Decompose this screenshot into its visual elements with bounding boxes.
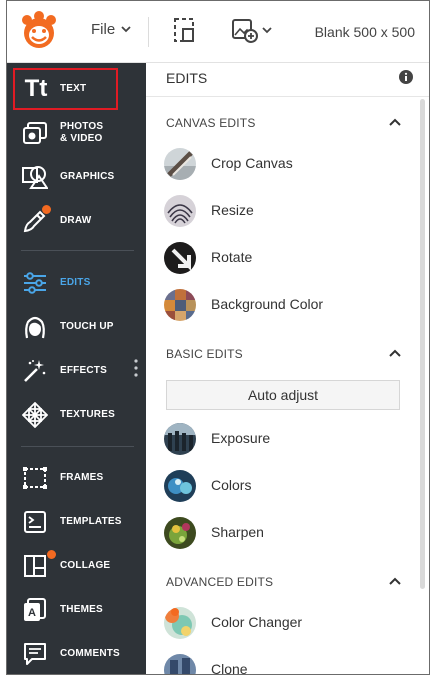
rotate-thumb-icon	[164, 242, 196, 274]
section-heading: BASIC EDITS	[166, 347, 243, 361]
tool-rotate[interactable]: Rotate	[164, 240, 394, 276]
chevron-up-icon	[389, 118, 401, 126]
add-image-icon	[232, 19, 258, 43]
tool-exposure[interactable]: Exposure	[164, 421, 394, 457]
sidebar-item-photos-video[interactable]: PHOTOS & VIDEO	[7, 111, 146, 155]
exposure-thumb-icon	[164, 423, 196, 455]
tool-background-color[interactable]: Background Color	[164, 287, 394, 323]
tool-label: Color Changer	[211, 614, 303, 630]
sidebar-item-themes[interactable]: A THEMES	[7, 588, 146, 632]
background-color-thumb-icon	[164, 289, 196, 321]
crop-canvas-thumb-icon	[164, 148, 196, 180]
comments-icon	[21, 640, 49, 668]
chevron-down-icon	[262, 26, 272, 33]
tool-label: Colors	[211, 477, 252, 493]
sidebar-item-effects[interactable]: EFFECTS	[7, 349, 146, 393]
tool-label: Clone	[211, 661, 248, 675]
panel-scrollbar[interactable]	[420, 99, 425, 589]
toolbar-divider	[148, 17, 149, 47]
sharpen-thumb-icon	[164, 517, 196, 549]
sidebar-item-label: FRAMES	[60, 472, 104, 483]
chevron-down-icon	[121, 26, 131, 33]
selection-highlight	[13, 68, 118, 110]
sidebar-item-draw[interactable]: DRAW	[7, 199, 146, 243]
section-advanced-edits[interactable]: ADVANCED EDITS	[166, 575, 401, 593]
textures-icon	[21, 401, 49, 429]
tool-sharpen[interactable]: Sharpen	[164, 515, 394, 551]
sidebar-item-comments[interactable]: COMMENTS	[7, 632, 146, 674]
tool-label: Sharpen	[211, 524, 264, 540]
sidebar-item-label: GRAPHICS	[60, 171, 115, 182]
frame-icon	[21, 464, 49, 492]
tool-resize[interactable]: Resize	[164, 193, 394, 229]
resize-thumb-icon	[164, 195, 196, 227]
file-menu[interactable]: File	[91, 21, 131, 38]
app-window: File Blank 500 x 500 Tt TEXT PHOTOS & VI…	[6, 0, 430, 675]
sidebar-item-collage[interactable]: COLLAGE	[7, 544, 146, 588]
notification-dot	[47, 550, 56, 559]
magic-wand-icon	[21, 357, 49, 385]
chevron-up-icon	[389, 577, 401, 585]
sliders-icon	[21, 269, 49, 297]
sidebar-item-label: EFFECTS	[60, 365, 107, 376]
file-menu-label: File	[91, 21, 116, 38]
photos-icon	[21, 119, 49, 147]
tool-label: Rotate	[211, 249, 253, 265]
crop-canvas-icon[interactable]	[173, 17, 195, 43]
tool-colors[interactable]: Colors	[164, 468, 394, 504]
top-bar: File Blank 500 x 500	[7, 1, 429, 63]
sidebar-item-label: COLLAGE	[60, 560, 111, 571]
canvas-size-label[interactable]: Blank 500 x 500	[315, 24, 415, 40]
templates-icon	[21, 508, 49, 536]
sidebar-item-label: PHOTOS & VIDEO	[60, 121, 104, 144]
tool-crop-canvas[interactable]: Crop Canvas	[164, 146, 394, 182]
color-changer-thumb-icon	[164, 607, 196, 639]
sidebar-item-edits[interactable]: EDITS	[7, 261, 146, 305]
section-basic-edits[interactable]: BASIC EDITS	[166, 347, 401, 365]
svg-text:A: A	[28, 607, 36, 619]
clone-thumb-icon	[164, 654, 196, 674]
sidebar-item-label: THEMES	[60, 604, 103, 615]
sidebar-item-touch-up[interactable]: TOUCH UP	[7, 305, 146, 349]
panel-title: EDITS	[166, 70, 208, 86]
tool-color-changer[interactable]: Color Changer	[164, 605, 394, 641]
sidebar-divider	[21, 250, 134, 251]
sidebar-divider	[21, 446, 134, 447]
info-icon[interactable]	[399, 70, 413, 84]
sidebar-item-label: EDITS	[60, 277, 91, 288]
face-icon	[21, 313, 49, 341]
tool-label: Exposure	[211, 430, 271, 446]
colors-thumb-icon	[164, 470, 196, 502]
tool-sidebar: Tt TEXT PHOTOS & VIDEO GRAPHICS DRAW EDI…	[7, 63, 146, 674]
chevron-up-icon	[389, 349, 401, 357]
tool-label: Background Color	[211, 296, 324, 312]
sidebar-item-label: COMMENTS	[60, 648, 120, 659]
sidebar-item-textures[interactable]: TEXTURES	[7, 393, 146, 437]
sidebar-item-label: TEMPLATES	[60, 516, 122, 527]
themes-icon: A	[21, 596, 49, 624]
section-heading: ADVANCED EDITS	[166, 575, 274, 589]
section-heading: CANVAS EDITS	[166, 116, 256, 130]
section-canvas-edits[interactable]: CANVAS EDITS	[166, 116, 401, 134]
picmonkey-logo-icon[interactable]	[19, 11, 59, 51]
add-image-menu[interactable]	[231, 17, 272, 43]
sidebar-item-label: TOUCH UP	[60, 321, 114, 332]
sidebar-item-graphics[interactable]: GRAPHICS	[7, 155, 146, 199]
sidebar-item-frames[interactable]: FRAMES	[7, 456, 146, 500]
auto-adjust-button[interactable]: Auto adjust	[166, 380, 400, 410]
edits-panel: EDITS CANVAS EDITS Crop Canvas Resize Ro…	[146, 63, 429, 675]
tool-label: Resize	[211, 202, 254, 218]
graphics-icon	[21, 163, 49, 191]
notification-dot	[42, 205, 51, 214]
tool-clone[interactable]: Clone	[164, 652, 394, 675]
sidebar-item-label: DRAW	[60, 215, 92, 226]
tool-label: Crop Canvas	[211, 155, 293, 171]
notification-dot	[171, 608, 179, 616]
sidebar-item-label: TEXTURES	[60, 409, 115, 420]
collage-icon	[21, 552, 49, 580]
more-options-icon[interactable]	[134, 359, 138, 377]
panel-header: EDITS	[146, 63, 429, 97]
sidebar-item-templates[interactable]: TEMPLATES	[7, 500, 146, 544]
